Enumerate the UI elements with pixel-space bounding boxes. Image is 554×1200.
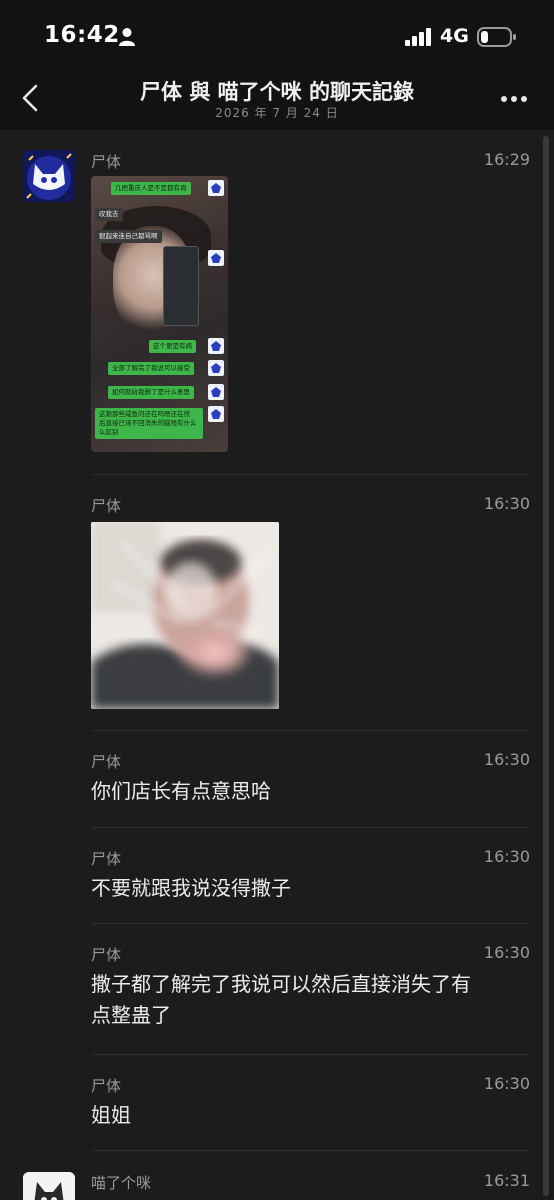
divider bbox=[91, 1150, 530, 1151]
message-time: 16:30 bbox=[483, 1074, 530, 1093]
sender-name: 喵了个咪 bbox=[91, 1174, 152, 1192]
message-text: 撒子都了解完了我说可以然后直接消失了有 点整蛊了 bbox=[91, 972, 471, 1027]
message-time: 16:30 bbox=[483, 494, 530, 513]
network-label: 4G bbox=[440, 25, 469, 47]
message-text: 姐姐 bbox=[91, 1103, 131, 1127]
mini-avatar-icon bbox=[208, 180, 224, 196]
message-time: 16:30 bbox=[483, 943, 530, 962]
avatar[interactable] bbox=[23, 1172, 75, 1200]
screenshot-bubble: 这个更是有病 bbox=[149, 340, 196, 353]
sender-name: 尸体 bbox=[91, 946, 122, 964]
battery-icon bbox=[477, 27, 516, 47]
divider bbox=[91, 923, 530, 924]
message-text: 你们店长有点意思哈 bbox=[91, 779, 271, 803]
screenshot-image[interactable]: 几把重庆人是不是都有病 叹我去 狠起来连自己都骂啊 这个更是有病 全部了解完了我… bbox=[91, 176, 228, 452]
sender-name: 尸体 bbox=[91, 497, 122, 515]
sender-name: 尸体 bbox=[91, 1077, 122, 1095]
divider bbox=[91, 474, 530, 475]
message-time: 16:30 bbox=[483, 750, 530, 769]
more-options-button[interactable] bbox=[496, 84, 536, 114]
screenshot-bubble: 几把重庆人是不是都有病 bbox=[111, 182, 191, 195]
divider bbox=[91, 730, 530, 731]
mini-avatar-icon bbox=[208, 250, 224, 266]
screenshot-bubble: 如何就给我删了是什么意思 bbox=[108, 386, 194, 399]
page-title: 尸体 與 喵了个咪 的聊天記錄 bbox=[140, 80, 414, 104]
mini-avatar-icon bbox=[208, 406, 224, 422]
mini-avatar-icon bbox=[208, 384, 224, 400]
nav-bar: 尸体 與 喵了个咪 的聊天記錄 2026 年 7 月 24 日 bbox=[0, 70, 554, 130]
screenshot-bubble: 叹我去 bbox=[95, 208, 123, 221]
sender-name: 尸体 bbox=[91, 850, 122, 868]
message-time: 16:31 bbox=[483, 1171, 530, 1190]
screenshot-bubble: 狠起来连自己都骂啊 bbox=[95, 230, 162, 243]
blurred-face-photo bbox=[91, 522, 279, 709]
message-time: 16:29 bbox=[483, 150, 530, 169]
sender-name: 尸体 bbox=[91, 753, 122, 771]
divider bbox=[91, 1054, 530, 1055]
photo-image[interactable] bbox=[91, 522, 279, 709]
cat-avatar-icon bbox=[23, 1172, 75, 1200]
sender-name: 尸体 bbox=[91, 153, 122, 171]
cat-avatar-icon bbox=[23, 150, 75, 202]
message-time: 16:30 bbox=[483, 847, 530, 866]
message-text: 不要就跟我说没得撒子 bbox=[91, 876, 291, 900]
divider bbox=[91, 827, 530, 828]
screenshot-bubble: 全部了解完了我说可以接受 bbox=[108, 362, 194, 375]
signal-icon bbox=[405, 28, 431, 46]
mini-avatar-icon bbox=[208, 338, 224, 354]
screenshot-bubble: 这跟那些咸鱼问还在吗嗯还在然 后直接已读不回消失的脑残有什么 么区别 bbox=[95, 408, 203, 439]
status-bar: 16:42 4G bbox=[0, 0, 554, 70]
mini-avatar-icon bbox=[208, 360, 224, 376]
scrollbar[interactable] bbox=[543, 136, 549, 1196]
page-subtitle: 2026 年 7 月 24 日 bbox=[215, 106, 339, 120]
avatar[interactable] bbox=[23, 150, 75, 202]
person-icon bbox=[119, 28, 135, 46]
status-time: 16:42 bbox=[44, 22, 120, 48]
chat-history-screen: 16:42 4G 尸体 與 喵了个咪 的聊天記錄 2026 年 7 月 24 日 bbox=[0, 0, 554, 1200]
